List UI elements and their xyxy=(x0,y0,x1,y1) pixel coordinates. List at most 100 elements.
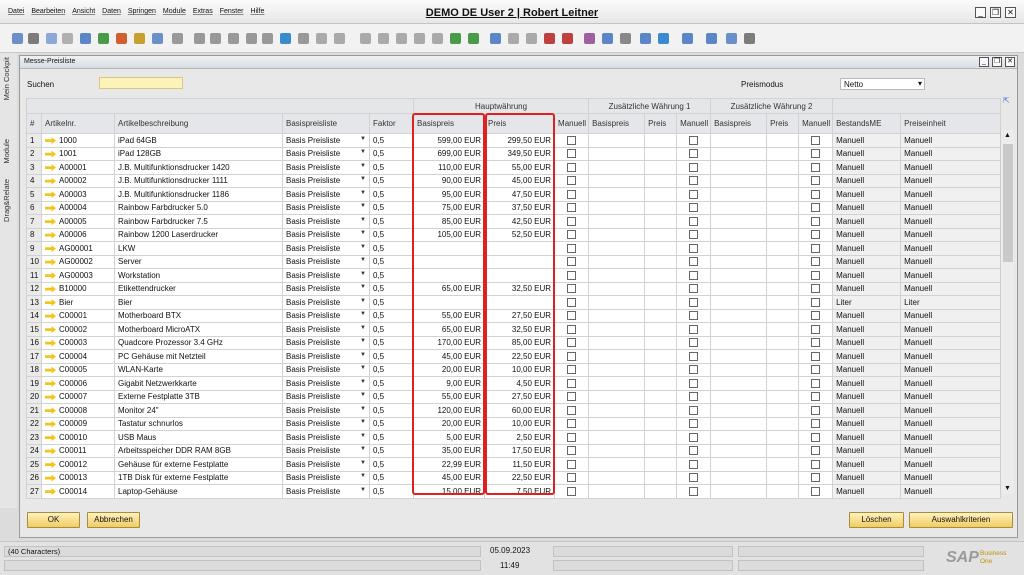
add1-price-cell[interactable] xyxy=(644,268,678,283)
manual-checkbox[interactable] xyxy=(811,270,821,280)
manual-checkbox[interactable] xyxy=(567,378,577,388)
base-pricelist-cell[interactable]: Basis Preisliste ▼ xyxy=(282,376,370,391)
manual-checkbox[interactable] xyxy=(689,351,699,361)
link-arrow-icon[interactable] xyxy=(45,447,56,455)
add2-price-cell[interactable] xyxy=(766,443,800,458)
manual-checkbox[interactable] xyxy=(689,230,699,240)
factor-cell[interactable]: 0,5 xyxy=(368,308,415,323)
factor-cell[interactable]: 0,5 xyxy=(368,281,415,296)
manual-checkbox[interactable] xyxy=(811,338,821,348)
manual-checkbox[interactable] xyxy=(811,378,821,388)
toolbar-icon-10[interactable] xyxy=(172,33,183,44)
toolbar-icon-5[interactable] xyxy=(80,33,91,44)
toolbar-icon-2[interactable] xyxy=(28,33,39,44)
factor-cell[interactable]: 0,5 xyxy=(368,362,415,377)
close-icon[interactable]: ✕ xyxy=(1005,7,1016,18)
toolbar-icon-4[interactable] xyxy=(62,33,73,44)
col-add2-preis-header[interactable]: Preis xyxy=(766,113,800,134)
toolbar-icon-23[interactable] xyxy=(414,33,425,44)
table-row[interactable]: 17 C00004 PC Gehäuse mit Netzteil Basis Pre… xyxy=(26,349,1002,364)
add2-price-cell[interactable] xyxy=(766,322,800,337)
factor-cell[interactable]: 0,5 xyxy=(368,160,415,175)
manual-checkbox[interactable] xyxy=(689,270,699,280)
link-arrow-icon[interactable] xyxy=(45,164,56,172)
add1-price-cell[interactable] xyxy=(644,362,678,377)
link-arrow-icon[interactable] xyxy=(45,393,56,401)
toolbar-icon-37[interactable] xyxy=(682,33,693,44)
price-cell[interactable]: 27,50 EUR xyxy=(484,389,556,404)
toolbar-icon-39[interactable] xyxy=(726,33,737,44)
manual-checkbox[interactable] xyxy=(567,176,577,186)
price-cell[interactable]: 17,50 EUR xyxy=(484,443,556,458)
col-num-header[interactable]: # xyxy=(26,113,42,134)
link-arrow-icon[interactable] xyxy=(45,312,56,320)
manual-checkbox[interactable] xyxy=(567,203,577,213)
item-code-cell[interactable]: C00003 xyxy=(41,335,115,350)
toolbar-icon-19[interactable] xyxy=(334,33,345,44)
base-pricelist-cell[interactable]: Basis Preisliste ▼ xyxy=(282,241,370,256)
price-cell[interactable]: 47,50 EUR xyxy=(484,187,556,202)
toolbar-icon-15[interactable] xyxy=(262,33,273,44)
link-arrow-icon[interactable] xyxy=(45,339,56,347)
chevron-down-icon[interactable]: ▼ xyxy=(360,298,366,304)
manual-checkbox[interactable] xyxy=(811,351,821,361)
table-row[interactable]: 20 C00007 Externe Festplatte 3TB Basis Prei… xyxy=(26,389,1002,404)
price-cell[interactable]: 37,50 EUR xyxy=(484,200,556,215)
add1-price-cell[interactable] xyxy=(644,389,678,404)
factor-cell[interactable]: 0,5 xyxy=(368,227,415,242)
link-arrow-icon[interactable] xyxy=(45,434,56,442)
table-row[interactable]: 1 1000 iPad 64GB Basis Preisliste ▼ 0,5 599,00… xyxy=(26,133,1002,148)
add2-price-cell[interactable] xyxy=(766,227,800,242)
manual-checkbox[interactable] xyxy=(811,324,821,334)
add1-price-cell[interactable] xyxy=(644,457,678,472)
base-pricelist-cell[interactable]: Basis Preisliste ▼ xyxy=(282,484,370,499)
price-cell[interactable]: 22,50 EUR xyxy=(484,349,556,364)
add1-price-cell[interactable] xyxy=(644,349,678,364)
toolbar-icon-20[interactable] xyxy=(360,33,371,44)
add1-price-cell[interactable] xyxy=(644,200,678,215)
table-row[interactable]: 22 C00009 Tastatur schnurlos Basis Preislis… xyxy=(26,416,1002,431)
base-pricelist-cell[interactable]: Basis Preisliste ▼ xyxy=(282,200,370,215)
add2-price-cell[interactable] xyxy=(766,376,800,391)
price-cell[interactable] xyxy=(484,268,556,283)
col-base-pricelist-header[interactable]: Basispreisliste xyxy=(282,113,370,134)
link-arrow-icon[interactable] xyxy=(45,191,56,199)
price-cell[interactable]: 45,00 EUR xyxy=(484,173,556,188)
link-arrow-icon[interactable] xyxy=(45,258,56,266)
table-row[interactable]: 25 C00012 Gehäuse für externe Festplatte Ba… xyxy=(26,457,1002,472)
price-cell[interactable]: 27,50 EUR xyxy=(484,308,556,323)
price-cell[interactable]: 4,50 EUR xyxy=(484,376,556,391)
price-mode-select[interactable]: Netto ▾ xyxy=(840,78,925,90)
factor-cell[interactable]: 0,5 xyxy=(368,295,415,310)
item-code-cell[interactable]: A00005 xyxy=(41,214,115,229)
price-cell[interactable]: 32,50 EUR xyxy=(484,281,556,296)
link-arrow-icon[interactable] xyxy=(45,272,56,280)
base-pricelist-cell[interactable]: Basis Preisliste ▼ xyxy=(282,268,370,283)
manual-checkbox[interactable] xyxy=(811,311,821,321)
add1-price-cell[interactable] xyxy=(644,443,678,458)
chevron-down-icon[interactable]: ▼ xyxy=(360,406,366,412)
manual-checkbox[interactable] xyxy=(689,459,699,469)
link-arrow-icon[interactable] xyxy=(45,245,56,253)
add2-price-cell[interactable] xyxy=(766,214,800,229)
add2-price-cell[interactable] xyxy=(766,187,800,202)
item-code-cell[interactable]: A00002 xyxy=(41,173,115,188)
manual-checkbox[interactable] xyxy=(811,189,821,199)
manual-checkbox[interactable] xyxy=(689,311,699,321)
manual-checkbox[interactable] xyxy=(689,284,699,294)
manual-checkbox[interactable] xyxy=(811,405,821,415)
table-row[interactable]: 3 A00001 J.B. Multifunktionsdrucker 1420 Ba… xyxy=(26,160,1002,175)
table-row[interactable]: 4 A00002 J.B. Multifunktionsdrucker 1111 Ba… xyxy=(26,173,1002,188)
manual-checkbox[interactable] xyxy=(567,284,577,294)
add2-price-cell[interactable] xyxy=(766,349,800,364)
chevron-down-icon[interactable]: ▼ xyxy=(360,311,366,317)
price-cell[interactable]: 349,50 EUR xyxy=(484,146,556,161)
base-pricelist-cell[interactable]: Basis Preisliste ▼ xyxy=(282,227,370,242)
toolbar-icon-29[interactable] xyxy=(526,33,537,44)
base-pricelist-cell[interactable]: Basis Preisliste ▼ xyxy=(282,160,370,175)
manual-checkbox[interactable] xyxy=(811,243,821,253)
add2-price-cell[interactable] xyxy=(766,362,800,377)
manual-checkbox[interactable] xyxy=(811,459,821,469)
manual-checkbox[interactable] xyxy=(567,324,577,334)
add2-price-cell[interactable] xyxy=(766,308,800,323)
